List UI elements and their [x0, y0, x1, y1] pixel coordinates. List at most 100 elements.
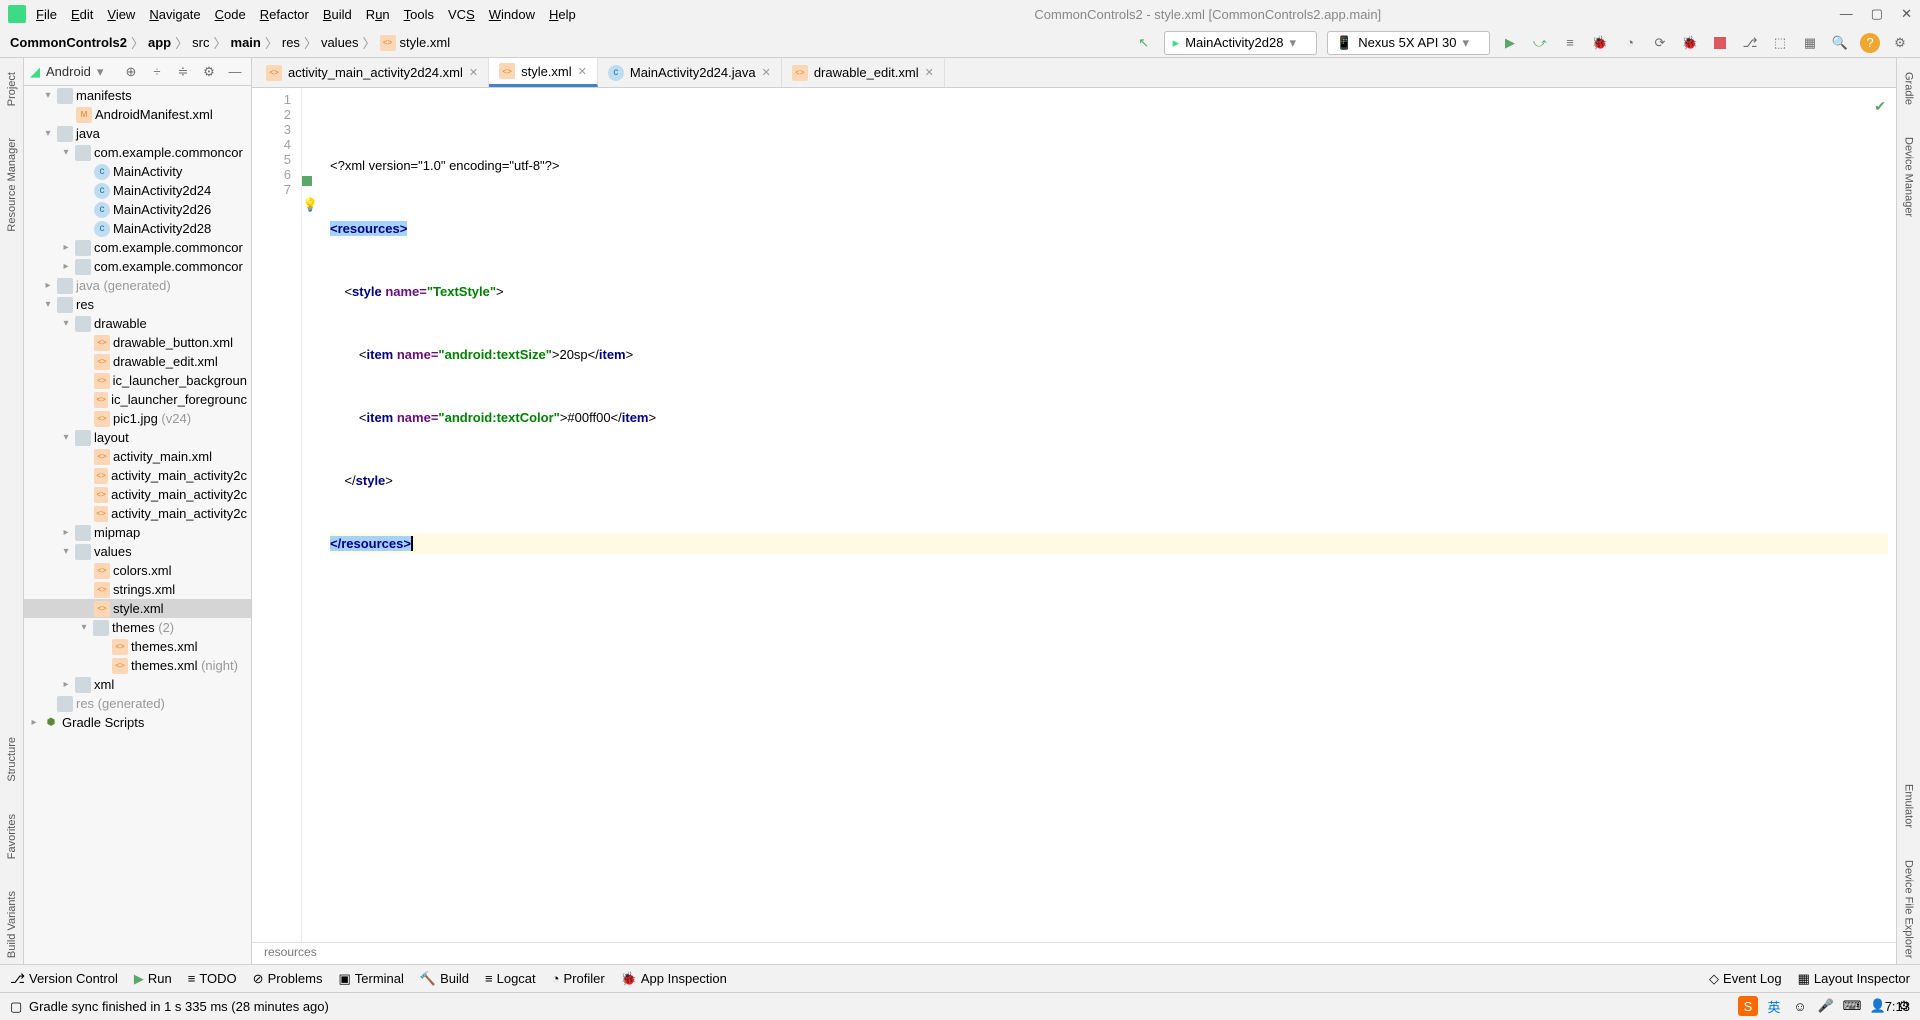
tree-db4[interactable]: ic_launcher_foregrounc	[111, 390, 247, 409]
tree-l3[interactable]: activity_main_activity2c	[111, 485, 247, 504]
close-icon[interactable]: ✕	[925, 66, 934, 79]
attach-icon[interactable]: ⟳	[1650, 33, 1670, 53]
editor-crumb[interactable]: resources	[252, 942, 1896, 964]
tree-mainactivity[interactable]: MainActivity	[113, 162, 182, 181]
rail-emulator[interactable]: Emulator	[1901, 778, 1917, 834]
menu-window[interactable]: Window	[489, 7, 535, 22]
breadcrumb-1[interactable]: app	[148, 35, 171, 50]
tree-ma26[interactable]: MainActivity2d26	[113, 200, 211, 219]
tree-gradle[interactable]: Gradle Scripts	[62, 713, 144, 732]
inspection-ok-icon[interactable]: ✔	[1874, 96, 1886, 117]
bottom-run[interactable]: ▶ Run	[134, 971, 172, 987]
tree-ma24[interactable]: MainActivity2d24	[113, 181, 211, 200]
project-tree[interactable]: ▾manifests MAndroidManifest.xml ▾java ▾c…	[24, 86, 251, 964]
menu-edit[interactable]: Edit	[71, 7, 93, 22]
rail-gradle[interactable]: Gradle	[1901, 66, 1917, 111]
color-swatch-icon[interactable]	[302, 176, 312, 186]
tree-v1[interactable]: colors.xml	[113, 561, 172, 580]
tree-l1[interactable]: activity_main.xml	[113, 447, 212, 466]
status-box-icon[interactable]: ▢	[10, 999, 22, 1015]
run-config-select[interactable]: ▸ MainActivity2d28 ▾	[1164, 31, 1317, 55]
tree-db1[interactable]: drawable_button.xml	[113, 333, 233, 352]
menu-navigate[interactable]: Navigate	[149, 7, 200, 22]
bulb-icon[interactable]: 💡	[302, 197, 322, 218]
tray-settings-icon[interactable]: ⚙	[1894, 996, 1914, 1016]
run-icon[interactable]: ▶	[1500, 33, 1520, 53]
menu-help[interactable]: Help	[549, 7, 576, 22]
tree-values[interactable]: values	[94, 542, 132, 561]
tree-themes[interactable]: themes (2)	[112, 618, 174, 637]
tree-db5[interactable]: pic1.jpg (v24)	[113, 409, 191, 428]
breadcrumb-2[interactable]: src	[192, 35, 209, 50]
menu-code[interactable]: Code	[215, 7, 246, 22]
tree-manifest[interactable]: AndroidManifest.xml	[95, 105, 213, 124]
tree-mipmap[interactable]: mipmap	[94, 523, 140, 542]
sync-icon[interactable]: ↖	[1134, 33, 1154, 53]
tree-pkg3[interactable]: com.example.commoncor	[94, 257, 243, 276]
breadcrumb-0[interactable]: CommonControls2	[10, 35, 127, 50]
collapse-icon[interactable]: ≑	[173, 62, 193, 82]
rail-device-manager[interactable]: Device Manager	[1901, 131, 1917, 223]
close-icon[interactable]: ✕	[578, 65, 587, 78]
bottom-eventlog[interactable]: ◇ Event Log	[1709, 971, 1782, 987]
tree-pkg1[interactable]: com.example.commoncor	[94, 143, 243, 162]
avd-icon[interactable]: ▦	[1800, 33, 1820, 53]
tree-java[interactable]: java	[76, 124, 100, 143]
close-icon[interactable]: ✕	[1901, 6, 1912, 22]
bottom-logcat[interactable]: ≡ Logcat	[485, 971, 536, 986]
tab-drawable-edit[interactable]: <>drawable_edit.xml✕	[782, 58, 945, 87]
tree-res[interactable]: res	[76, 295, 94, 314]
tree-layout[interactable]: layout	[94, 428, 129, 447]
rail-device-file-explorer[interactable]: Device File Explorer	[1901, 854, 1917, 964]
rail-structure[interactable]: Structure	[4, 731, 20, 788]
tree-t2[interactable]: themes.xml (night)	[131, 656, 238, 675]
debug-icon[interactable]: 🐞	[1590, 33, 1610, 53]
breadcrumb-5[interactable]: values	[321, 35, 359, 50]
tree-l4[interactable]: activity_main_activity2c	[111, 504, 247, 523]
menu-file[interactable]: FFileile	[36, 7, 57, 22]
menu-run[interactable]: Run	[366, 7, 390, 22]
tray-keyboard-icon[interactable]: ⌨	[1842, 996, 1862, 1016]
tree-t1[interactable]: themes.xml	[131, 637, 197, 656]
rail-favorites[interactable]: Favorites	[4, 808, 20, 865]
tree-db2[interactable]: drawable_edit.xml	[113, 352, 218, 371]
tree-ma28[interactable]: MainActivity2d28	[113, 219, 211, 238]
stop-icon[interactable]	[1710, 33, 1730, 53]
bottom-terminal[interactable]: ▣ Terminal	[338, 971, 403, 987]
bottom-layoutinsp[interactable]: ▦ Layout Inspector	[1798, 971, 1910, 987]
help-icon[interactable]: ?	[1860, 33, 1880, 53]
menu-build[interactable]: Build	[323, 7, 352, 22]
tree-v3[interactable]: style.xml	[113, 599, 164, 618]
code-editor[interactable]: 1234567 💡 ✔ <?xml version="1.0" encoding…	[252, 88, 1896, 942]
bottom-todo[interactable]: ≡ TODO	[188, 971, 237, 986]
debug-run-icon[interactable]: ⤻	[1530, 33, 1550, 53]
breadcrumb-4[interactable]: res	[282, 35, 300, 50]
tree-l2[interactable]: activity_main_activity2c	[111, 466, 247, 485]
tray-sogou-icon[interactable]: S	[1738, 996, 1758, 1016]
panel-label[interactable]: Android	[46, 64, 91, 79]
bottom-build[interactable]: 🔨 Build	[420, 971, 469, 987]
breadcrumb-3[interactable]: main	[231, 35, 261, 50]
settings-icon[interactable]: ⚙	[1890, 33, 1910, 53]
select-opened-icon[interactable]: ⊕	[121, 62, 141, 82]
tray-ime-icon[interactable]: 英	[1764, 996, 1784, 1016]
tab-activity-main[interactable]: <>activity_main_activity2d24.xml✕	[256, 58, 489, 87]
menu-view[interactable]: View	[107, 7, 135, 22]
tab-mainactivity[interactable]: cMainActivity2d24.java✕	[598, 58, 782, 87]
rail-build-variants[interactable]: Build Variants	[4, 885, 20, 964]
bottom-vc[interactable]: ⎇ Version Control	[10, 971, 118, 987]
update-icon[interactable]: ⬚	[1770, 33, 1790, 53]
tree-db3[interactable]: ic_launcher_backgroun	[113, 371, 247, 390]
coverage-icon[interactable]: ≡	[1560, 33, 1580, 53]
tree-xml[interactable]: xml	[94, 675, 114, 694]
tree-resgen[interactable]: res (generated)	[76, 694, 165, 713]
breadcrumb-6[interactable]: style.xml	[400, 35, 451, 50]
tray-emoji-icon[interactable]: ☺	[1790, 996, 1810, 1016]
tree-drawable[interactable]: drawable	[94, 314, 147, 333]
tree-javagen[interactable]: java (generated)	[76, 276, 171, 295]
close-icon[interactable]: ✕	[762, 66, 771, 79]
rail-resource-manager[interactable]: Resource Manager	[4, 132, 20, 238]
expand-icon[interactable]: ÷	[147, 62, 167, 82]
tray-mic-icon[interactable]: 🎤	[1816, 996, 1836, 1016]
profile-icon[interactable]: ◔	[1620, 33, 1640, 53]
